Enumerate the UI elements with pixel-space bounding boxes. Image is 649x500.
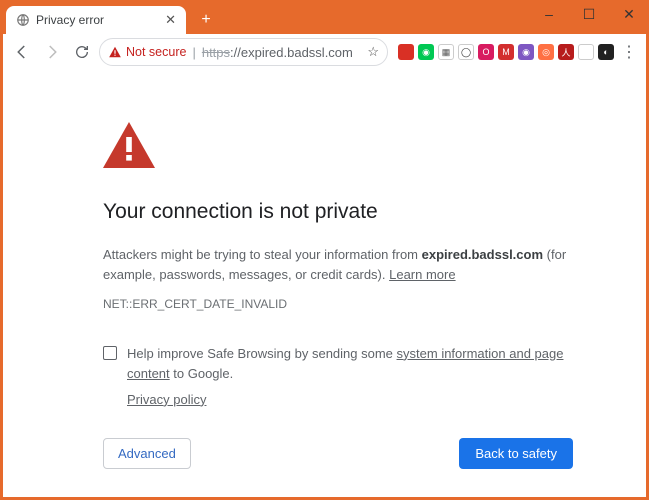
url-text: https://expired.badssl.com	[202, 45, 353, 60]
tab-title: Privacy error	[36, 13, 104, 27]
url-host: ://expired.badssl.com	[230, 45, 353, 60]
reload-button[interactable]	[69, 39, 95, 65]
advanced-button[interactable]: Advanced	[103, 438, 191, 469]
tab-strip: Privacy error ✕ +	[6, 6, 218, 34]
window-controls: – ☐ ✕	[529, 0, 649, 28]
extension-icons: ◉▦◯OM◉◎人◐	[398, 44, 614, 60]
warning-triangle-icon	[103, 122, 583, 174]
extension-icon[interactable]	[578, 44, 594, 60]
window-close-button[interactable]: ✕	[609, 0, 649, 28]
back-button[interactable]	[9, 39, 35, 65]
address-bar[interactable]: Not secure | https://expired.badssl.com …	[99, 38, 388, 66]
error-domain: expired.badssl.com	[422, 247, 543, 262]
learn-more-link[interactable]: Learn more	[389, 267, 455, 282]
optin-text: Help improve Safe Browsing by sending so…	[127, 344, 583, 410]
extension-icon[interactable]: M	[498, 44, 514, 60]
error-description: Attackers might be trying to steal your …	[103, 245, 583, 285]
extension-icon[interactable]: ▦	[438, 44, 454, 60]
extension-icon[interactable]: ◎	[538, 44, 554, 60]
tab-active[interactable]: Privacy error ✕	[6, 6, 186, 34]
globe-icon	[16, 13, 30, 27]
extension-icon[interactable]: ◉	[518, 44, 534, 60]
extension-icon[interactable]: ◐	[598, 44, 614, 60]
extension-icon[interactable]: 人	[558, 44, 574, 60]
url-scheme: https	[202, 45, 230, 60]
back-to-safety-button[interactable]: Back to safety	[459, 438, 573, 469]
extension-icon[interactable]	[398, 44, 414, 60]
extension-icon[interactable]: ◉	[418, 44, 434, 60]
new-tab-button[interactable]: +	[194, 8, 218, 32]
bookmark-star-icon[interactable]: ☆	[367, 44, 379, 60]
browser-toolbar: Not secure | https://expired.badssl.com …	[3, 34, 646, 70]
separator: |	[192, 45, 195, 60]
window-maximize-button[interactable]: ☐	[569, 0, 609, 28]
window-minimize-button[interactable]: –	[529, 0, 569, 28]
extension-icon[interactable]: O	[478, 44, 494, 60]
page-viewport: Your connection is not private Attackers…	[3, 70, 646, 497]
tab-close-button[interactable]: ✕	[165, 12, 176, 28]
browser-menu-button[interactable]: ⋮	[618, 42, 640, 62]
error-code: NET::ERR_CERT_DATE_INVALID	[103, 295, 583, 314]
extension-icon[interactable]: ◯	[458, 44, 474, 60]
warning-triangle-icon	[108, 45, 122, 59]
ssl-error-page: Your connection is not private Attackers…	[103, 122, 583, 469]
button-row: Advanced Back to safety	[103, 438, 573, 469]
security-indicator[interactable]: Not secure	[108, 45, 186, 59]
forward-button[interactable]	[39, 39, 65, 65]
privacy-policy-link[interactable]: Privacy policy	[127, 390, 206, 410]
not-secure-label: Not secure	[126, 45, 186, 59]
safe-browsing-optin: Help improve Safe Browsing by sending so…	[103, 344, 583, 410]
error-heading: Your connection is not private	[103, 196, 583, 229]
optin-checkbox[interactable]	[103, 346, 117, 360]
